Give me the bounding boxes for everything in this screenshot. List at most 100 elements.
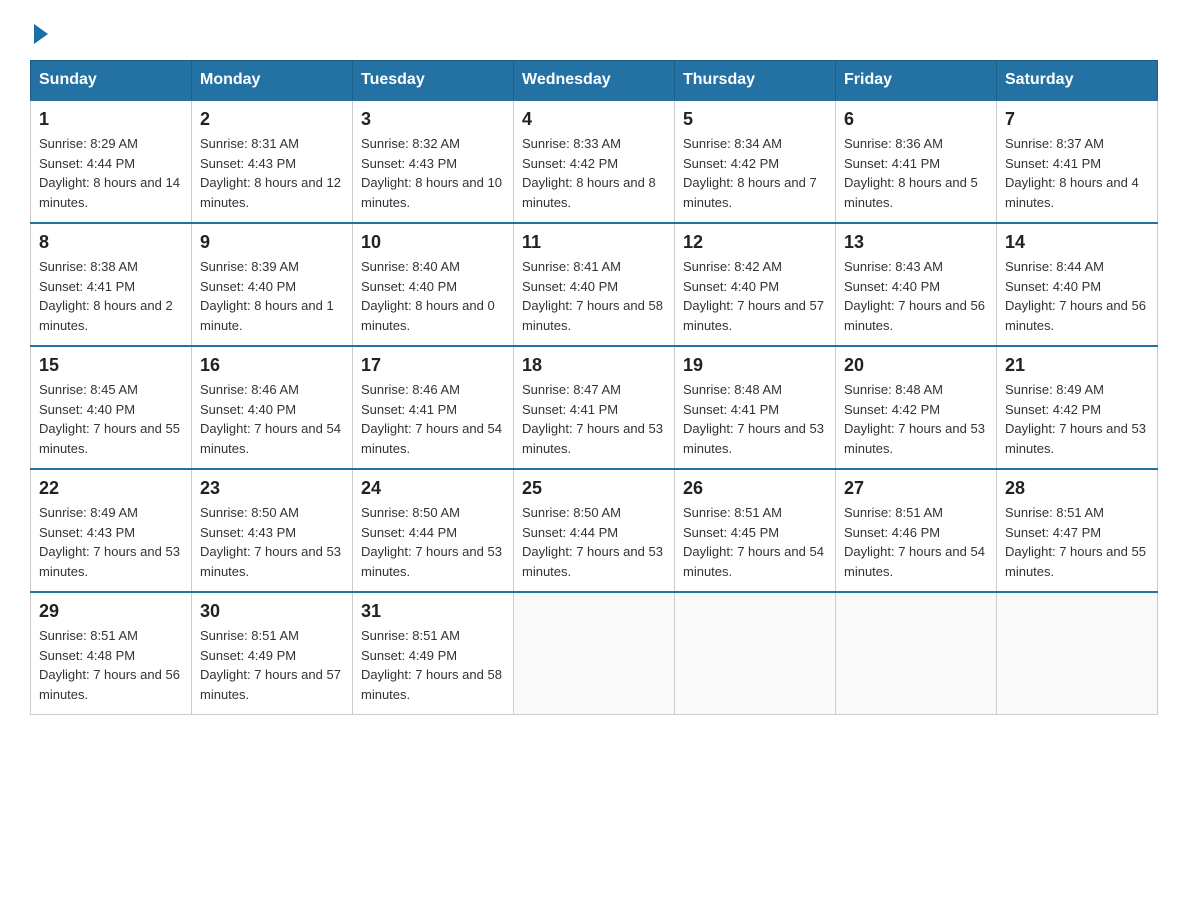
day-info: Sunrise: 8:31 AMSunset: 4:43 PMDaylight:… (200, 136, 341, 210)
calendar-week-row: 15 Sunrise: 8:45 AMSunset: 4:40 PMDaylig… (31, 346, 1158, 469)
calendar-week-row: 22 Sunrise: 8:49 AMSunset: 4:43 PMDaylig… (31, 469, 1158, 592)
day-number: 19 (683, 355, 827, 376)
day-number: 2 (200, 109, 344, 130)
calendar-cell: 6 Sunrise: 8:36 AMSunset: 4:41 PMDayligh… (836, 100, 997, 223)
calendar-cell: 19 Sunrise: 8:48 AMSunset: 4:41 PMDaylig… (675, 346, 836, 469)
day-number: 29 (39, 601, 183, 622)
calendar-cell (675, 592, 836, 715)
column-header-tuesday: Tuesday (353, 61, 514, 101)
calendar-table: SundayMondayTuesdayWednesdayThursdayFrid… (30, 60, 1158, 715)
day-info: Sunrise: 8:50 AMSunset: 4:44 PMDaylight:… (361, 505, 502, 579)
day-number: 31 (361, 601, 505, 622)
day-info: Sunrise: 8:33 AMSunset: 4:42 PMDaylight:… (522, 136, 656, 210)
day-info: Sunrise: 8:29 AMSunset: 4:44 PMDaylight:… (39, 136, 180, 210)
day-info: Sunrise: 8:51 AMSunset: 4:49 PMDaylight:… (200, 628, 341, 702)
day-number: 3 (361, 109, 505, 130)
column-header-saturday: Saturday (997, 61, 1158, 101)
day-info: Sunrise: 8:50 AMSunset: 4:43 PMDaylight:… (200, 505, 341, 579)
day-info: Sunrise: 8:36 AMSunset: 4:41 PMDaylight:… (844, 136, 978, 210)
calendar-week-row: 8 Sunrise: 8:38 AMSunset: 4:41 PMDayligh… (31, 223, 1158, 346)
calendar-cell: 10 Sunrise: 8:40 AMSunset: 4:40 PMDaylig… (353, 223, 514, 346)
day-info: Sunrise: 8:40 AMSunset: 4:40 PMDaylight:… (361, 259, 495, 333)
day-info: Sunrise: 8:48 AMSunset: 4:42 PMDaylight:… (844, 382, 985, 456)
day-number: 1 (39, 109, 183, 130)
day-info: Sunrise: 8:49 AMSunset: 4:43 PMDaylight:… (39, 505, 180, 579)
day-number: 24 (361, 478, 505, 499)
day-info: Sunrise: 8:49 AMSunset: 4:42 PMDaylight:… (1005, 382, 1146, 456)
calendar-cell: 14 Sunrise: 8:44 AMSunset: 4:40 PMDaylig… (997, 223, 1158, 346)
calendar-cell: 30 Sunrise: 8:51 AMSunset: 4:49 PMDaylig… (192, 592, 353, 715)
day-number: 18 (522, 355, 666, 376)
day-number: 4 (522, 109, 666, 130)
calendar-cell: 20 Sunrise: 8:48 AMSunset: 4:42 PMDaylig… (836, 346, 997, 469)
day-number: 23 (200, 478, 344, 499)
column-header-sunday: Sunday (31, 61, 192, 101)
day-number: 9 (200, 232, 344, 253)
calendar-cell: 17 Sunrise: 8:46 AMSunset: 4:41 PMDaylig… (353, 346, 514, 469)
calendar-cell: 26 Sunrise: 8:51 AMSunset: 4:45 PMDaylig… (675, 469, 836, 592)
day-info: Sunrise: 8:46 AMSunset: 4:40 PMDaylight:… (200, 382, 341, 456)
calendar-cell (514, 592, 675, 715)
calendar-cell (836, 592, 997, 715)
calendar-cell (997, 592, 1158, 715)
calendar-cell: 5 Sunrise: 8:34 AMSunset: 4:42 PMDayligh… (675, 100, 836, 223)
day-number: 6 (844, 109, 988, 130)
day-info: Sunrise: 8:38 AMSunset: 4:41 PMDaylight:… (39, 259, 173, 333)
day-number: 28 (1005, 478, 1149, 499)
day-info: Sunrise: 8:48 AMSunset: 4:41 PMDaylight:… (683, 382, 824, 456)
day-number: 5 (683, 109, 827, 130)
calendar-cell: 9 Sunrise: 8:39 AMSunset: 4:40 PMDayligh… (192, 223, 353, 346)
calendar-cell: 28 Sunrise: 8:51 AMSunset: 4:47 PMDaylig… (997, 469, 1158, 592)
day-info: Sunrise: 8:32 AMSunset: 4:43 PMDaylight:… (361, 136, 502, 210)
calendar-cell: 25 Sunrise: 8:50 AMSunset: 4:44 PMDaylig… (514, 469, 675, 592)
day-number: 8 (39, 232, 183, 253)
day-info: Sunrise: 8:34 AMSunset: 4:42 PMDaylight:… (683, 136, 817, 210)
calendar-cell: 8 Sunrise: 8:38 AMSunset: 4:41 PMDayligh… (31, 223, 192, 346)
calendar-cell: 23 Sunrise: 8:50 AMSunset: 4:43 PMDaylig… (192, 469, 353, 592)
calendar-cell: 3 Sunrise: 8:32 AMSunset: 4:43 PMDayligh… (353, 100, 514, 223)
day-info: Sunrise: 8:43 AMSunset: 4:40 PMDaylight:… (844, 259, 985, 333)
day-info: Sunrise: 8:51 AMSunset: 4:46 PMDaylight:… (844, 505, 985, 579)
day-number: 20 (844, 355, 988, 376)
day-info: Sunrise: 8:51 AMSunset: 4:49 PMDaylight:… (361, 628, 502, 702)
day-info: Sunrise: 8:37 AMSunset: 4:41 PMDaylight:… (1005, 136, 1139, 210)
calendar-cell: 21 Sunrise: 8:49 AMSunset: 4:42 PMDaylig… (997, 346, 1158, 469)
page-header (30, 20, 1158, 40)
calendar-cell: 7 Sunrise: 8:37 AMSunset: 4:41 PMDayligh… (997, 100, 1158, 223)
day-info: Sunrise: 8:51 AMSunset: 4:45 PMDaylight:… (683, 505, 824, 579)
day-number: 26 (683, 478, 827, 499)
day-number: 30 (200, 601, 344, 622)
day-number: 13 (844, 232, 988, 253)
day-info: Sunrise: 8:47 AMSunset: 4:41 PMDaylight:… (522, 382, 663, 456)
calendar-week-row: 29 Sunrise: 8:51 AMSunset: 4:48 PMDaylig… (31, 592, 1158, 715)
calendar-cell: 2 Sunrise: 8:31 AMSunset: 4:43 PMDayligh… (192, 100, 353, 223)
column-header-thursday: Thursday (675, 61, 836, 101)
day-number: 14 (1005, 232, 1149, 253)
calendar-cell: 18 Sunrise: 8:47 AMSunset: 4:41 PMDaylig… (514, 346, 675, 469)
calendar-cell: 29 Sunrise: 8:51 AMSunset: 4:48 PMDaylig… (31, 592, 192, 715)
day-info: Sunrise: 8:42 AMSunset: 4:40 PMDaylight:… (683, 259, 824, 333)
column-header-friday: Friday (836, 61, 997, 101)
logo (30, 20, 48, 40)
day-info: Sunrise: 8:41 AMSunset: 4:40 PMDaylight:… (522, 259, 663, 333)
calendar-cell: 1 Sunrise: 8:29 AMSunset: 4:44 PMDayligh… (31, 100, 192, 223)
day-number: 22 (39, 478, 183, 499)
day-number: 7 (1005, 109, 1149, 130)
logo-arrow-icon (34, 24, 48, 44)
day-info: Sunrise: 8:39 AMSunset: 4:40 PMDaylight:… (200, 259, 334, 333)
calendar-cell: 11 Sunrise: 8:41 AMSunset: 4:40 PMDaylig… (514, 223, 675, 346)
day-number: 11 (522, 232, 666, 253)
calendar-header-row: SundayMondayTuesdayWednesdayThursdayFrid… (31, 61, 1158, 101)
day-number: 27 (844, 478, 988, 499)
calendar-cell: 27 Sunrise: 8:51 AMSunset: 4:46 PMDaylig… (836, 469, 997, 592)
calendar-cell: 31 Sunrise: 8:51 AMSunset: 4:49 PMDaylig… (353, 592, 514, 715)
calendar-cell: 13 Sunrise: 8:43 AMSunset: 4:40 PMDaylig… (836, 223, 997, 346)
day-number: 12 (683, 232, 827, 253)
day-info: Sunrise: 8:45 AMSunset: 4:40 PMDaylight:… (39, 382, 180, 456)
day-number: 17 (361, 355, 505, 376)
calendar-cell: 12 Sunrise: 8:42 AMSunset: 4:40 PMDaylig… (675, 223, 836, 346)
calendar-cell: 16 Sunrise: 8:46 AMSunset: 4:40 PMDaylig… (192, 346, 353, 469)
day-info: Sunrise: 8:46 AMSunset: 4:41 PMDaylight:… (361, 382, 502, 456)
calendar-cell: 4 Sunrise: 8:33 AMSunset: 4:42 PMDayligh… (514, 100, 675, 223)
day-number: 21 (1005, 355, 1149, 376)
